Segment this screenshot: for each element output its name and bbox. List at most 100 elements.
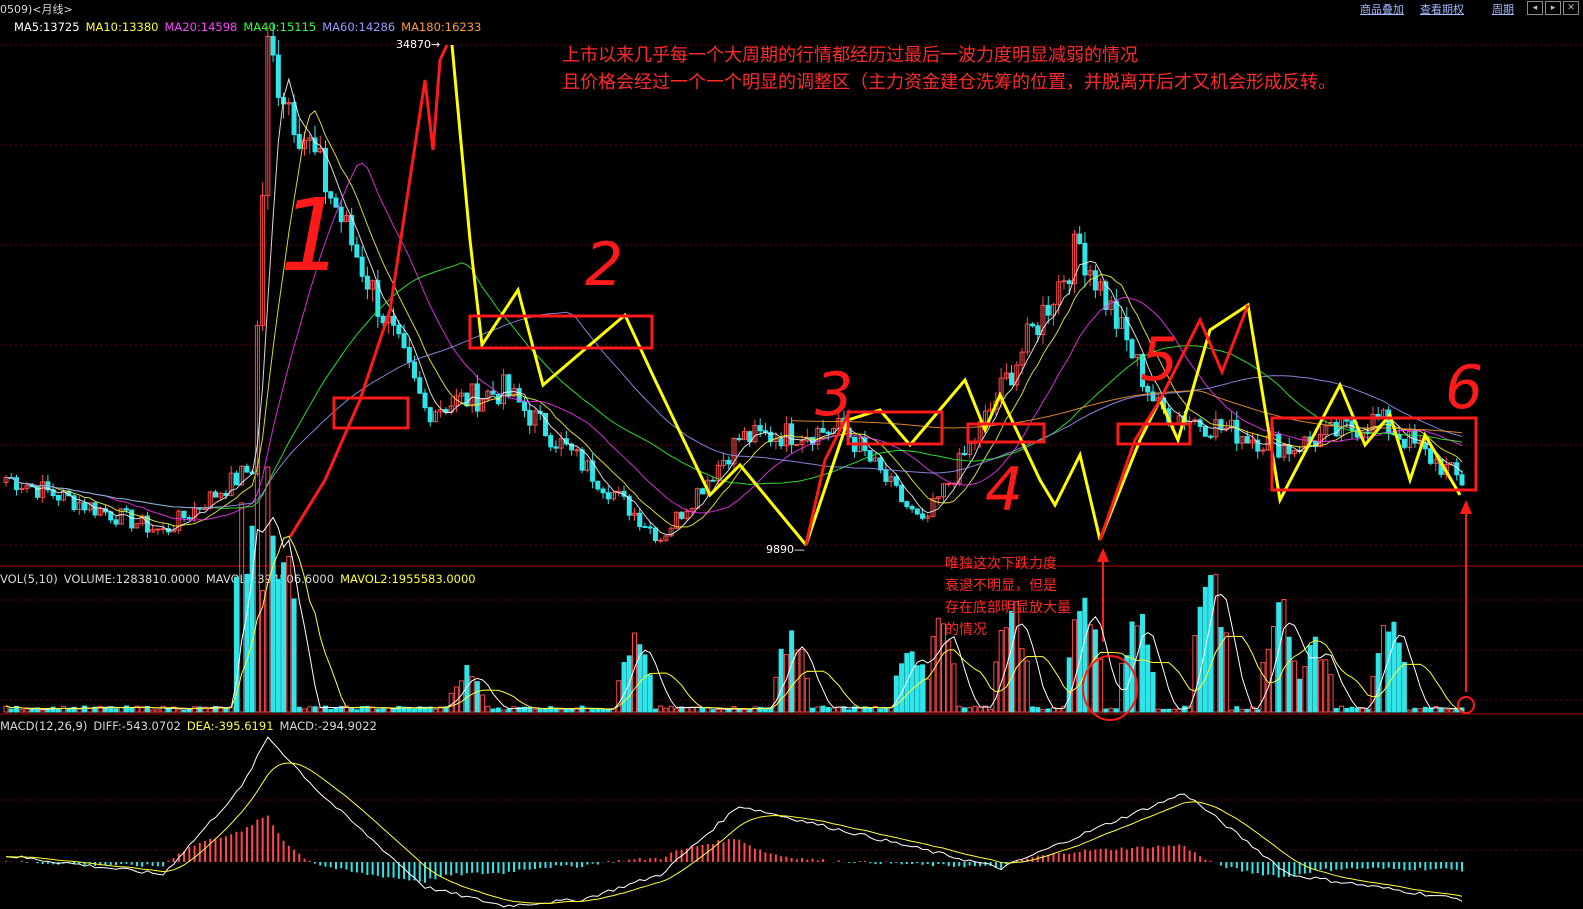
volume-bar (66, 709, 72, 713)
volume-bar (1145, 644, 1151, 713)
volume-bar (495, 707, 501, 713)
candle-body (883, 469, 889, 482)
macd-dea-line (5, 762, 1463, 904)
candle-body (1077, 233, 1083, 244)
volume-bar (993, 661, 999, 713)
candle-body (579, 449, 585, 471)
volume-bar (24, 708, 30, 713)
volume-bar (448, 692, 454, 713)
volume-bar (8, 708, 14, 713)
high-price-label: 34870→ (396, 38, 440, 51)
volume-bar (249, 525, 255, 713)
volume-bar (19, 709, 25, 713)
annotation-number-6: 6 (1445, 353, 1483, 423)
volume-bar (82, 705, 88, 713)
kline-chart[interactable]: 34870→ 9890— 1 2 3 4 5 6 (0, 0, 1583, 909)
volume-bar (956, 705, 962, 713)
candle-body (1009, 372, 1015, 386)
volume-bar (710, 709, 716, 713)
volume-bar (103, 707, 109, 713)
volume-bar (1155, 708, 1161, 713)
volume-bar (1239, 708, 1245, 713)
candle-body (605, 492, 611, 500)
volume-bar (878, 708, 884, 713)
candle-body (574, 449, 580, 452)
volume-bar (129, 707, 135, 713)
volume-bar (909, 651, 915, 713)
volume-bar (673, 708, 679, 713)
volume-bar (1349, 706, 1355, 713)
candle-body (160, 528, 166, 531)
candle-body (946, 482, 952, 485)
volume-bar (726, 709, 732, 713)
candle-body (412, 361, 418, 379)
volume-bar (1019, 648, 1025, 713)
volume-bar (349, 707, 355, 713)
annotation-number-5: 5 (1140, 325, 1178, 395)
volume-bar (244, 573, 250, 713)
candle-body (553, 446, 559, 449)
volume-bar (1438, 708, 1444, 713)
candle-body (354, 244, 360, 258)
volume-bar (506, 708, 512, 713)
volume-bar (804, 677, 810, 713)
volume-bar (474, 681, 480, 713)
volume-bar (684, 707, 690, 713)
volume-bar (150, 709, 156, 713)
volume-bar (825, 707, 831, 713)
volume-bar (658, 705, 664, 713)
candle-body (197, 507, 203, 510)
volume-bar (595, 708, 601, 713)
candle-body (909, 505, 915, 510)
volume-bar (1339, 705, 1345, 713)
candle-body (878, 457, 884, 471)
volume-bar (302, 708, 308, 713)
volume-bar (375, 708, 381, 713)
candle-body (155, 528, 161, 531)
volume-bar (846, 709, 852, 713)
candle-body (1401, 438, 1407, 448)
volume-bar (799, 648, 805, 713)
annotation-note-2: 且价格会经过一个一个明显的调整区（主力资金建仓洗筹的位置，并脱离开后才又机会形成… (562, 72, 1336, 93)
volume-bar (616, 680, 622, 713)
volume-bar (532, 709, 538, 713)
candle-body (506, 374, 512, 397)
candle-body (600, 488, 606, 494)
candle-body (1286, 445, 1292, 455)
candle-body (1208, 435, 1214, 438)
candle-body (92, 502, 98, 516)
volume-bar (155, 709, 161, 713)
candle-body (1218, 419, 1224, 430)
volume-bar (1108, 707, 1114, 713)
volume-bar (1375, 653, 1381, 713)
volume-bar (1244, 708, 1250, 713)
volume-bar (810, 707, 816, 713)
volume-bar (972, 705, 978, 713)
volume-bar (569, 708, 575, 713)
volume-bar (1344, 708, 1350, 713)
candle-body (1202, 425, 1208, 437)
volume-bar (741, 709, 747, 713)
volume-bar (396, 705, 402, 713)
volume-bar (1449, 709, 1455, 713)
volume-bar (511, 706, 517, 713)
volume-bar (291, 598, 297, 713)
candle-body (757, 425, 763, 432)
volume-bar (1380, 625, 1386, 713)
side-note-line: 唯独这次下跌力度 (945, 556, 1057, 572)
candle-body (1428, 448, 1434, 464)
volume-bar (480, 694, 486, 713)
candle-body (1113, 300, 1119, 329)
volume-bar (1370, 675, 1376, 713)
volume-bar (328, 709, 334, 713)
volume-bar (715, 709, 721, 713)
volume-bar (977, 706, 983, 713)
volume-bar (391, 708, 397, 713)
volume-bar (1255, 709, 1261, 713)
candle-body (825, 431, 831, 434)
volume-bar (967, 707, 973, 713)
macd-diff-line (5, 736, 1463, 908)
volume-bar (794, 649, 800, 713)
volume-bar (951, 663, 957, 713)
volume-bar (1333, 708, 1339, 713)
